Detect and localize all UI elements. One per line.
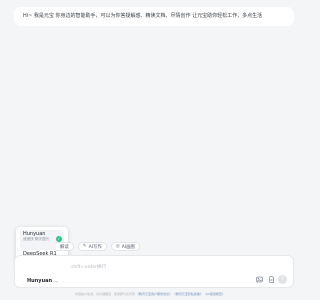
ai-image-chip[interactable]: ◎ AI画图: [110, 242, 140, 251]
ai-write-label: AI写作: [88, 244, 102, 250]
palette-icon: ◎: [115, 244, 120, 249]
file-upload-icon[interactable]: [267, 275, 275, 283]
terms-link[interactable]: 《腾讯元宝用户服务协议》: [136, 292, 172, 296]
ai-write-chip[interactable]: ✎ AI写作: [77, 242, 107, 251]
greeting-message: Hi~ 我是元宝 你身边的智能助手，可以为你答疑解惑、精读文档、尽情创作 让元宝…: [14, 7, 294, 26]
read-doc-chip[interactable]: 解读: [56, 242, 74, 251]
footer-text: 内容由AI生成，请仔细甄别 · 使用即代表同意: [75, 292, 135, 296]
privacy-link[interactable]: 《腾讯元宝隐私政策》: [173, 292, 203, 296]
image-upload-icon[interactable]: [255, 275, 263, 283]
chat-input-box: Hunyuan ︿ ↑: [14, 255, 294, 288]
chevron-up-icon: ︿: [54, 277, 59, 283]
ai-rules-link[interactable]: 《AI使用规范》: [204, 292, 225, 296]
send-button[interactable]: ↑: [278, 275, 287, 284]
model-select-label: Hunyuan: [27, 277, 53, 284]
ai-image-label: AI画图: [121, 244, 135, 250]
chat-input[interactable]: [71, 263, 211, 271]
model-select-button[interactable]: Hunyuan ︿: [27, 276, 58, 285]
chat-area: Hi~ 我是元宝 你身边的智能助手，可以为你答疑解惑、精读文档、尽情创作 让元宝…: [0, 0, 300, 230]
pen-icon: ✎: [82, 244, 87, 249]
footer-disclaimer: 内容由AI生成，请仔细甄别 · 使用即代表同意 《腾讯元宝用户服务协议》 《腾讯…: [0, 292, 300, 296]
read-doc-label: 解读: [60, 244, 69, 250]
tool-chips: 解读 ✎ AI写作 ◎ AI画图: [56, 242, 140, 252]
